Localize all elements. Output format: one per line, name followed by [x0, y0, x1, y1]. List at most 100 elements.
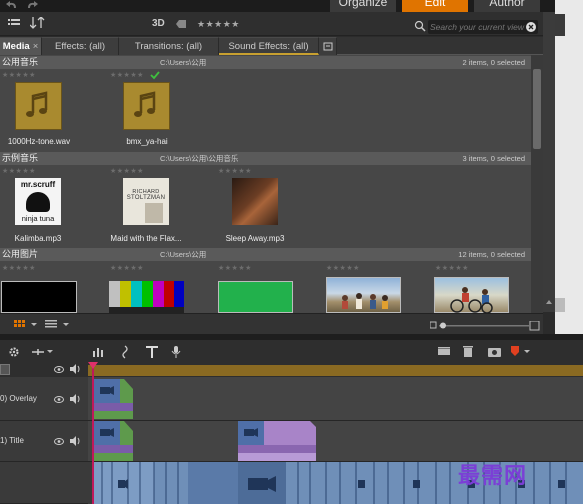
close-tab-icon[interactable]: ×	[33, 41, 39, 52]
item-rating[interactable]: ★★★★★	[2, 72, 36, 80]
media-item-label: Sleep Away.mp3	[225, 234, 285, 243]
view-3d-toggle[interactable]: 3D	[152, 12, 165, 36]
tab-sound-effects[interactable]: Sound Effects: (all)	[219, 37, 319, 55]
delete-icon[interactable]	[463, 345, 473, 358]
album-art-text: ninja tuna	[21, 214, 55, 223]
section-header[interactable]: 公用图片 C:\Users\公用 12 items, 0 selected	[0, 248, 531, 261]
snapshot-icon[interactable]	[488, 346, 502, 357]
timeline-ruler[interactable]	[88, 365, 583, 376]
green-frame-thumb[interactable]	[218, 281, 293, 313]
photo-bikes-thumb[interactable]	[434, 277, 509, 314]
list-view-icon[interactable]	[45, 320, 71, 330]
color-bars-thumb[interactable]	[109, 281, 184, 313]
section-name: 公用图片	[2, 249, 39, 259]
section-header[interactable]: 示例音乐 C:\Users\公用\公用音乐 3 items, 0 selecte…	[0, 152, 531, 165]
photo-group-thumb[interactable]	[326, 277, 401, 313]
media-item-thumb[interactable]	[123, 82, 170, 130]
collapse-arrow-icon[interactable]	[546, 299, 552, 305]
item-rating[interactable]: ★★★★★	[110, 72, 144, 80]
playhead[interactable]	[92, 362, 94, 504]
track-options-icon[interactable]	[32, 347, 54, 357]
section-count: 3 items, 0 selected	[462, 154, 525, 163]
album-art-mrscruff[interactable]: mr.scruff ninja tuna	[15, 178, 61, 225]
watermark: 最需网	[458, 464, 528, 489]
album-art-stoltzman[interactable]: RICHARD STOLTZMAN	[123, 178, 169, 225]
track-header[interactable]: 0) Overlay	[0, 377, 88, 421]
eye-icon[interactable]	[54, 437, 64, 446]
playhead-handle[interactable]	[88, 362, 98, 370]
item-rating[interactable]: ★★★★★	[110, 265, 144, 273]
item-rating[interactable]: ★★★★★	[110, 168, 144, 176]
mode-organize-button[interactable]: Organize	[330, 0, 396, 12]
speaker-icon[interactable]	[69, 436, 81, 446]
new-tab-button[interactable]	[319, 37, 337, 55]
history-controls	[4, 0, 44, 12]
search-placeholder: Search your current view	[430, 22, 525, 32]
thumbnail-size-slider[interactable]	[430, 321, 540, 331]
item-rating[interactable]: ★★★★★	[326, 265, 360, 273]
track-header[interactable]	[0, 462, 88, 504]
mode-edit-button[interactable]: Edit	[402, 0, 468, 12]
section-path: C:\Users\公用\公用音乐	[160, 154, 239, 163]
panel-tab[interactable]	[555, 14, 565, 36]
track-lane[interactable]	[88, 377, 583, 421]
album-art-text: STOLTZMAN	[126, 195, 166, 201]
search-icon[interactable]	[414, 20, 428, 34]
grid-view-icon[interactable]	[14, 320, 38, 330]
mode-author-button[interactable]: Author	[474, 0, 540, 12]
media-item-label: Kalimba.mp3	[14, 234, 62, 243]
track-name: 1) Title	[0, 436, 25, 445]
title-clip[interactable]	[238, 421, 316, 461]
scrollbar-thumb[interactable]	[533, 69, 541, 149]
library-scrollbar[interactable]	[531, 55, 543, 313]
sort-icon[interactable]	[30, 17, 46, 29]
section-count: 12 items, 0 selected	[458, 250, 525, 259]
section-header[interactable]: 公用音乐 C:\Users\公用 2 items, 0 selected	[0, 56, 531, 69]
media-item-label: bmx_ya-hai	[126, 137, 168, 146]
video-clip[interactable]	[94, 421, 133, 461]
top-bar: Organize Edit Author	[0, 0, 555, 12]
section-name: 公用音乐	[2, 57, 39, 67]
video-clip[interactable]	[94, 379, 133, 419]
speaker-icon[interactable]	[69, 394, 81, 404]
section-path: C:\Users\公用	[160, 58, 207, 67]
audio-mixer-icon[interactable]	[92, 346, 106, 358]
settings-icon[interactable]	[8, 346, 20, 358]
media-item-label: 1000Hz-tone.wav	[7, 137, 71, 146]
tab-transitions[interactable]: Transitions: (all)	[119, 37, 219, 55]
item-rating[interactable]: ★★★★★	[218, 168, 252, 176]
search-input[interactable]: Search your current view	[428, 20, 538, 34]
scorefitter-icon[interactable]	[120, 345, 130, 359]
music-icon	[26, 91, 48, 117]
eye-icon[interactable]	[54, 365, 64, 374]
voiceover-mic-icon[interactable]	[170, 345, 182, 359]
speaker-icon[interactable]	[69, 364, 81, 374]
track-lane[interactable]	[88, 421, 583, 462]
tag-icon[interactable]	[176, 20, 186, 28]
list-menu-icon[interactable]	[8, 18, 20, 28]
eye-icon[interactable]	[54, 395, 64, 404]
item-rating[interactable]: ★★★★★	[2, 265, 36, 273]
clear-search-icon[interactable]	[526, 22, 536, 32]
black-frame-thumb[interactable]	[1, 281, 77, 313]
storyboard-icon[interactable]	[438, 347, 452, 357]
timeline-toolbar	[0, 340, 583, 362]
track-header[interactable]: 1) Title	[0, 421, 88, 462]
tab-effects[interactable]: Effects: (all)	[42, 37, 119, 55]
track-header-toggle[interactable]	[0, 364, 10, 375]
undo-icon[interactable]	[4, 0, 44, 12]
media-item-thumb[interactable]	[15, 82, 62, 130]
marker-icon[interactable]	[510, 345, 532, 358]
item-rating[interactable]: ★★★★★	[2, 168, 36, 176]
item-rating[interactable]: ★★★★★	[218, 265, 252, 273]
item-rating[interactable]: ★★★★★	[435, 265, 469, 273]
media-library: 公用音乐 C:\Users\公用 2 items, 0 selected ★★★…	[0, 55, 543, 314]
tab-media[interactable]: Media ×	[0, 37, 42, 55]
check-icon	[150, 71, 160, 80]
panel-handle[interactable]	[555, 298, 565, 312]
title-tool-icon[interactable]	[145, 345, 159, 359]
album-art-figure	[145, 203, 163, 223]
rating-filter[interactable]: ★★★★★	[197, 12, 240, 36]
album-art-sleepaway[interactable]	[232, 178, 278, 225]
section-path: C:\Users\公用	[160, 250, 207, 259]
